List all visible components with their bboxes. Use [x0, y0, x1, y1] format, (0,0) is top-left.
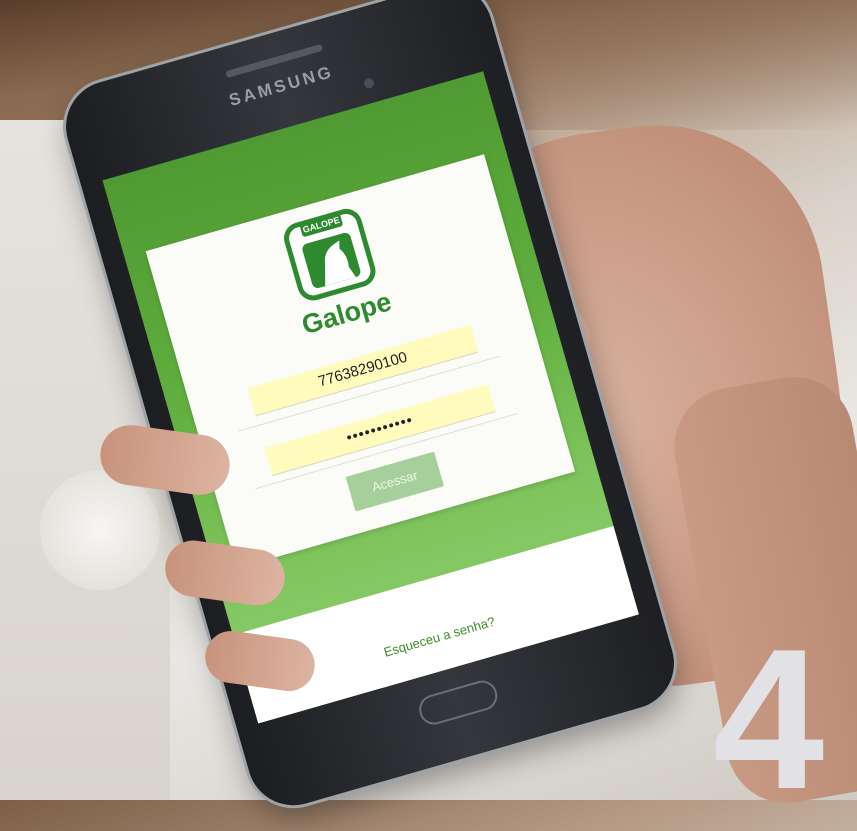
app-logo: GALOPE — [280, 205, 380, 305]
login-card: GALOPE Galope 77638290100 ••••••••••• Ac… — [145, 154, 576, 569]
login-button[interactable]: Acessar — [345, 451, 444, 512]
background-light-spot — [40, 470, 160, 590]
step-number: 4 — [713, 608, 825, 831]
horse-head-icon — [301, 231, 362, 290]
logo-tab: GALOPE — [299, 212, 344, 238]
